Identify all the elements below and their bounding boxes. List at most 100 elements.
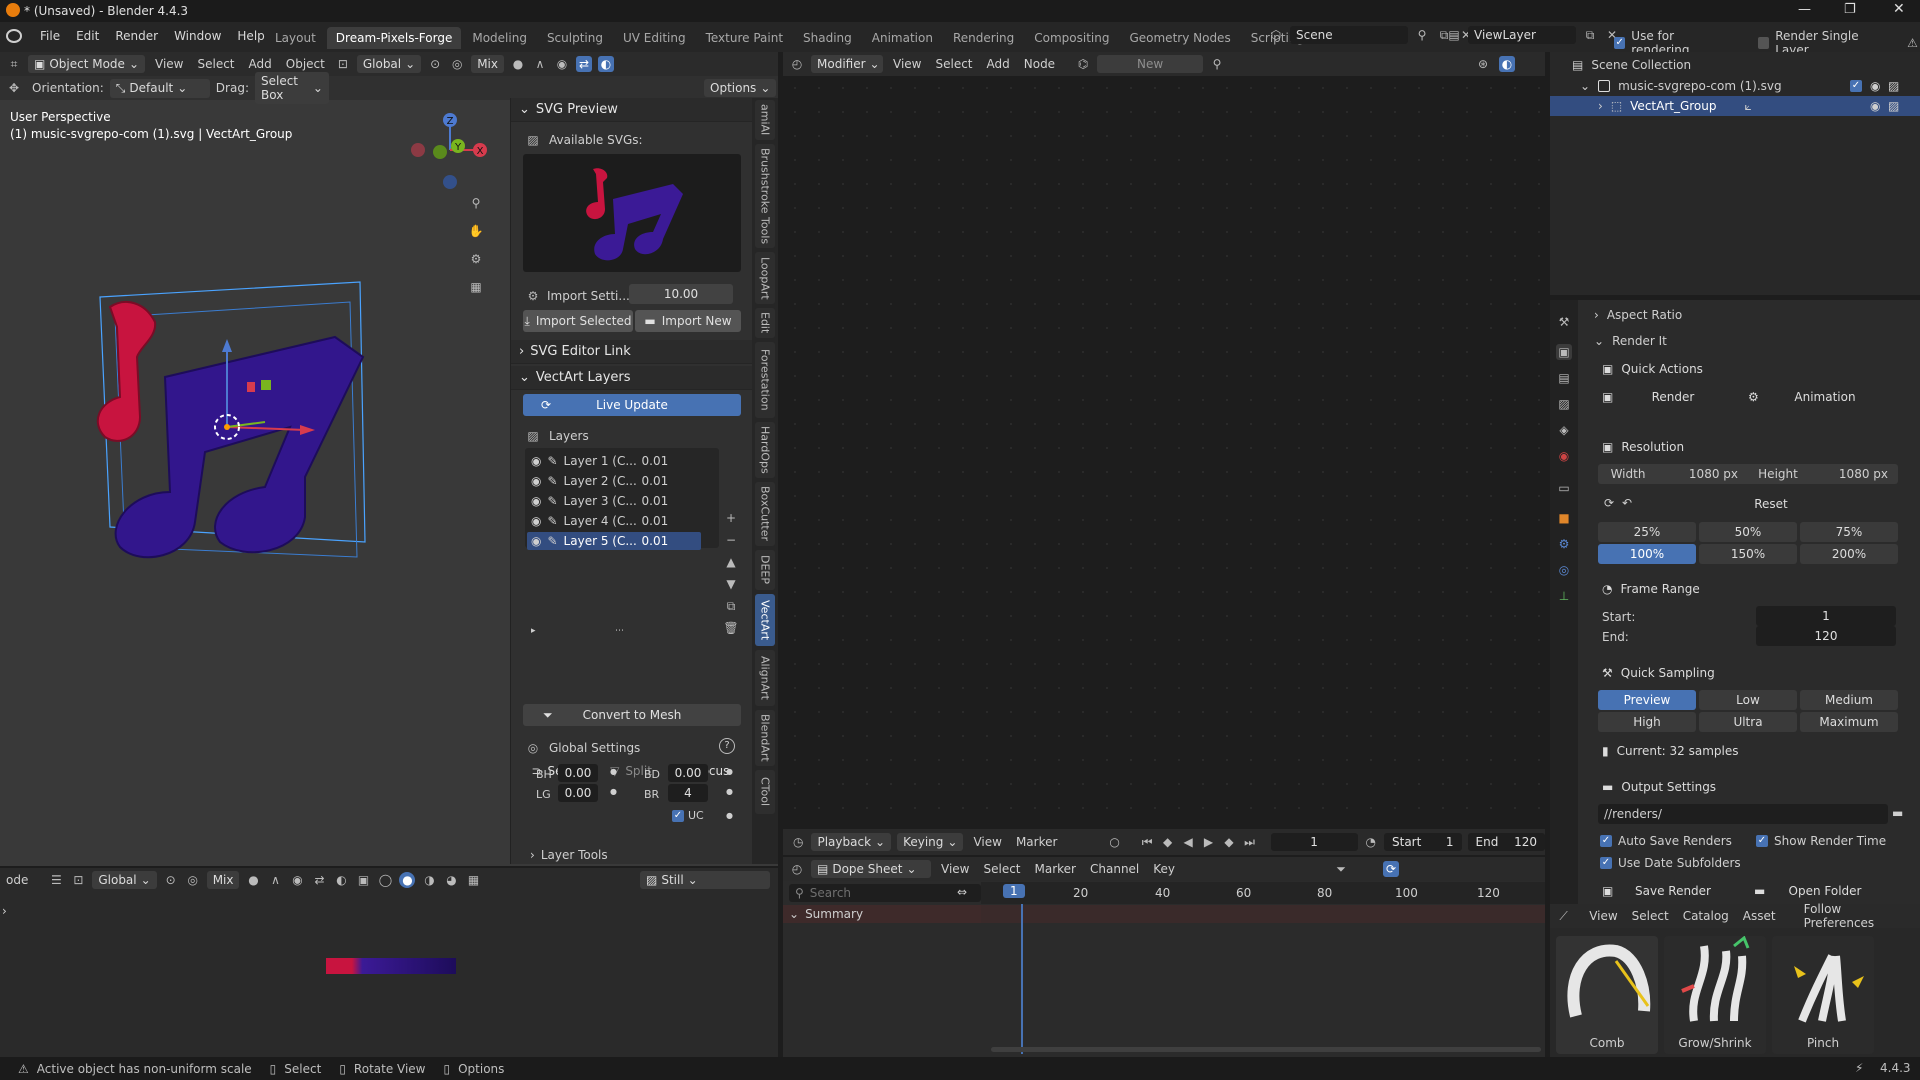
camera-view-icon[interactable]: ⚙ [468, 251, 484, 267]
asset-menu-view[interactable]: View [1585, 909, 1621, 923]
view-layer-selector[interactable]: ViewLayer [1468, 26, 1576, 44]
render-single-layer-checkbox[interactable] [1757, 37, 1770, 49]
data-tab-icon[interactable]: ⊥ [1556, 588, 1572, 604]
menu-render[interactable]: Render [107, 29, 166, 43]
new-view-layer-icon[interactable]: ⧉ [1582, 27, 1598, 43]
tab-alignart[interactable]: AlignArt [755, 650, 775, 706]
tab-edit[interactable]: Edit [755, 308, 775, 338]
tab-forestation[interactable]: Forestation [755, 342, 775, 418]
bh-keyframe-icon[interactable]: ● [610, 767, 617, 776]
eye-icon[interactable]: ◉ [531, 514, 541, 528]
tab-layout[interactable]: Layout [266, 27, 325, 49]
pencil-icon[interactable]: ✎ [547, 514, 557, 528]
still-selector[interactable]: ▨ Still ⌄ [640, 871, 770, 889]
tab-boxcutter[interactable]: BoxCutter [755, 482, 775, 546]
node-menu-add[interactable]: Add [983, 57, 1014, 71]
sampling-ultra-button[interactable]: Ultra [1699, 712, 1797, 732]
asset-editor-icon[interactable]: ⟋ [1556, 908, 1571, 924]
show-time-checkbox[interactable]: ✓ [1756, 835, 1768, 847]
output-path-field[interactable]: //renders/ [1598, 804, 1888, 824]
date-subfolders-option[interactable]: ✓ Use Date Subfolders [1600, 856, 1741, 870]
lg-keyframe-icon[interactable]: ● [610, 787, 617, 796]
overlay-toggle-icon[interactable]: ◐ [1499, 56, 1515, 72]
tool-tab-icon[interactable]: ⚒ [1556, 314, 1572, 330]
aspect-ratio-header[interactable]: › Aspect Ratio [1594, 308, 1682, 322]
node-editor[interactable]: ◴ Modifier ⌄ View Select Add Node ⌬ New ⚲… [783, 52, 1545, 829]
scale-75-button[interactable]: 75% [1800, 522, 1898, 542]
output-tab-icon[interactable]: ▤ [1556, 370, 1572, 386]
filter-icon[interactable]: ⏷ [1333, 861, 1349, 877]
visibility-icon[interactable]: ◉ [554, 56, 570, 72]
tab-hardops[interactable]: HardOps [755, 422, 775, 478]
falloff-icon[interactable]: ∧ [532, 56, 548, 72]
dope-menu-key[interactable]: Key [1149, 862, 1179, 876]
playhead-marker[interactable]: 1 [1003, 884, 1025, 898]
asset-menu-catalog[interactable]: Catalog [1679, 909, 1733, 923]
record-icon[interactable]: ○ [1107, 834, 1121, 850]
scale-50-button[interactable]: 50% [1699, 522, 1797, 542]
pencil-icon[interactable]: ✎ [547, 454, 557, 468]
pencil-icon[interactable]: ✎ [547, 534, 557, 548]
editor-type-icon[interactable]: ⌗ [6, 56, 22, 72]
proportional-icon[interactable]: ◎ [185, 872, 201, 888]
swap-dimensions-icon[interactable]: ⟳ [1604, 496, 1614, 510]
scene-tab-icon[interactable]: ◈ [1556, 422, 1572, 438]
import-settings-field[interactable]: 10.00 [629, 284, 733, 304]
outliner-item[interactable]: ⌄ music-svgrepo-com (1).svg ✓ ◉ ▨ [1572, 76, 1920, 96]
layer-value[interactable]: 0.01 [642, 474, 669, 488]
sampling-low-button[interactable]: Low [1699, 690, 1797, 710]
menu-edit[interactable]: Edit [68, 29, 107, 43]
layer-tools-header[interactable]: › Layer Tools [530, 848, 608, 862]
proportional-falloff[interactable]: Mix [471, 55, 504, 73]
magnet-icon[interactable]: ● [245, 872, 261, 888]
overlay-toggle-icon[interactable]: ◐ [597, 56, 614, 72]
close-icon[interactable]: ✕ [1893, 1, 1905, 17]
layers-list[interactable]: ◉ ✎ Layer 1 (C... 0.01 ◉ ✎ Layer 2 (C... 0… [525, 448, 719, 550]
bh-field[interactable]: 0.00 [558, 764, 598, 782]
pivot-icon[interactable]: ⊙ [427, 56, 443, 72]
import-new-button[interactable]: ▬ Import New [635, 310, 741, 332]
material-shading-icon[interactable]: ◑ [421, 872, 437, 888]
tab-dream-pixels-forge[interactable]: Dream-Pixels-Forge [326, 27, 462, 49]
outliner-item-selected[interactable]: › ⬚ VectArt_Group ⟀ ◉ ▨ [1550, 96, 1920, 116]
solid-shading-icon[interactable]: ● [399, 872, 416, 888]
move-up-icon[interactable]: ▲ [723, 554, 739, 570]
layer-row[interactable]: ◉ ✎ Layer 4 (C... 0.01 [527, 512, 717, 530]
gizmo-icon[interactable]: ⇄ [311, 872, 327, 888]
scale-100-button[interactable]: 100% [1598, 544, 1696, 564]
properties-editor[interactable]: ⚒ ▣ ▤ ▨ ◈ ◉ ▭ ■ ⚙ ◎ ⊥ › Aspect Ratio ⌄ Ren… [1550, 300, 1920, 904]
scene-selector[interactable]: Scene [1290, 26, 1408, 44]
tab-loopart[interactable]: LoopArt [755, 252, 775, 304]
tab-rendering[interactable]: Rendering [944, 27, 1023, 49]
svg-thumbnail[interactable] [523, 154, 741, 272]
trash-icon[interactable]: 🗑 [723, 620, 739, 636]
timeline-menu-view[interactable]: View [969, 835, 1005, 849]
reset-resolution-button[interactable]: Reset [1646, 494, 1896, 514]
xray-icon[interactable]: ▣ [355, 872, 371, 888]
import-selected-button[interactable]: ⤓ Import Selected [523, 310, 633, 332]
layer-row[interactable]: ◉ ✎ Layer 2 (C... 0.01 [527, 472, 717, 490]
playback-menu[interactable]: Playback ⌄ [811, 833, 892, 851]
overlay-icon[interactable]: ◐ [333, 872, 349, 888]
options-dropdown[interactable]: Options ⌄ [704, 79, 777, 97]
sampling-maximum-button[interactable]: Maximum [1800, 712, 1898, 732]
node-editor-type-icon[interactable]: ◴ [789, 56, 805, 72]
world-tab-icon[interactable]: ◉ [1556, 448, 1572, 464]
jump-end-icon[interactable]: ⏭ [1242, 834, 1256, 850]
snap-icon[interactable]: ⊡ [335, 56, 351, 72]
scale-25-button[interactable]: 25% [1598, 522, 1696, 542]
move-tool-icon[interactable]: ✥ [6, 80, 22, 96]
asset-browser[interactable]: ⟋ View Select Catalog Asset Follow Prefe… [1550, 902, 1920, 1057]
start-frame-field[interactable]: Start 1 [1384, 833, 1462, 851]
physics-tab-icon[interactable]: ◎ [1556, 562, 1572, 578]
lg-field[interactable]: 0.00 [558, 784, 598, 802]
uc-keyframe-icon[interactable]: ● [726, 811, 733, 820]
start-frame-input[interactable]: 1 [1756, 606, 1896, 626]
render-button[interactable]: ▣ Render [1598, 386, 1748, 408]
timeline-editor-icon[interactable]: ◷ [791, 834, 805, 850]
menu-file[interactable]: File [32, 29, 68, 43]
list-resize-handle[interactable]: ⋯ [615, 626, 624, 636]
gizmo-neg-z-handle[interactable] [443, 175, 457, 189]
scale-200-button[interactable]: 200% [1800, 544, 1898, 564]
zoom-icon[interactable]: ⚲ [468, 195, 484, 211]
